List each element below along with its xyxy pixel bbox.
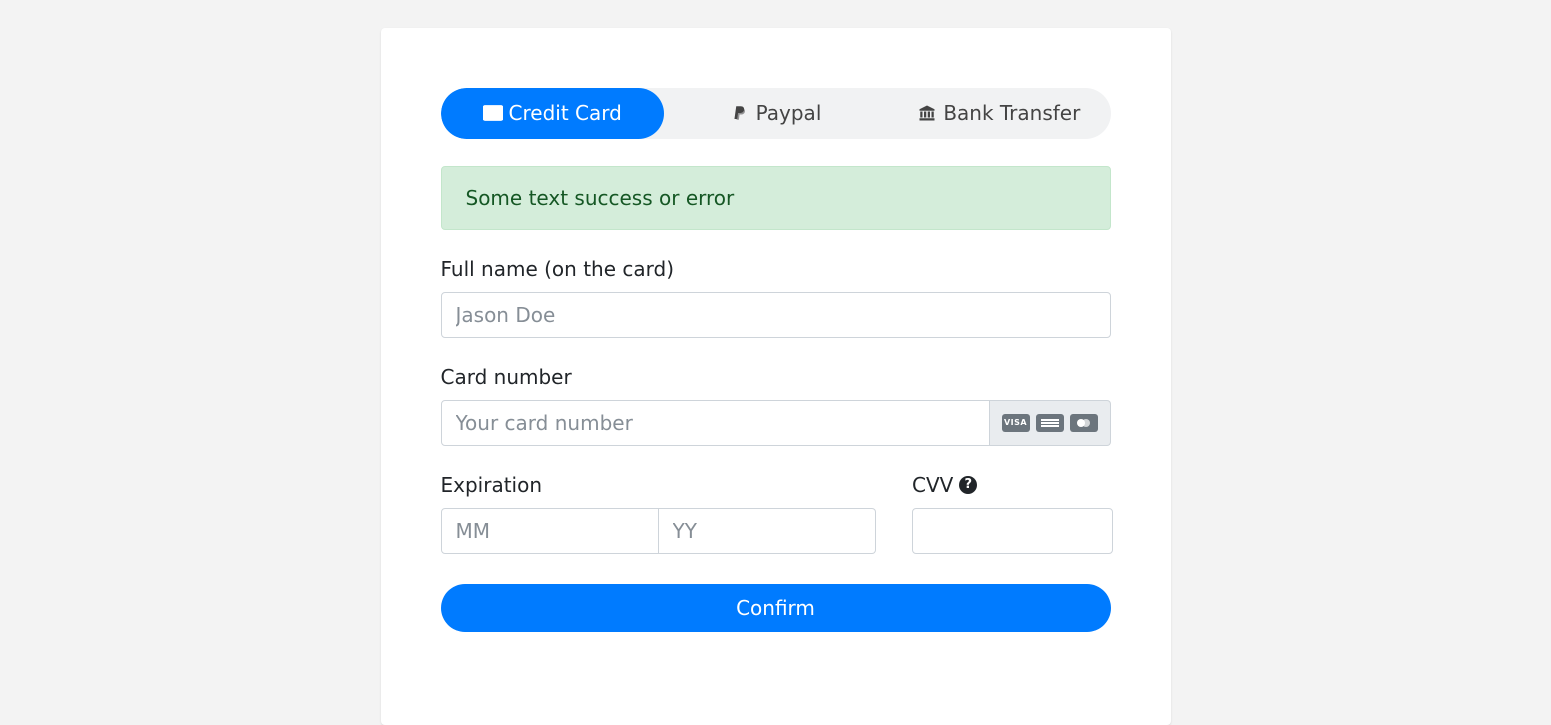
status-alert: Some text success or error [441,166,1111,230]
full-name-label: Full name (on the card) [441,254,1111,284]
payment-method-tabs: Credit Card Paypal [441,88,1111,139]
tab-bank-transfer-label: Bank Transfer [943,98,1080,128]
mastercard-icon [1070,414,1098,432]
visa-icon: VISA [1002,414,1030,432]
exp-cvv-row: Expiration CVV ? [441,470,1111,554]
expiration-month-input[interactable] [441,508,659,554]
card-number-label: Card number [441,362,1111,392]
cvv-input[interactable] [912,508,1113,554]
full-name-input[interactable] [441,292,1111,338]
paypal-icon [730,103,750,123]
full-name-group: Full name (on the card) [441,254,1111,338]
tab-credit-card[interactable]: Credit Card [441,88,664,139]
amex-icon [1036,414,1064,432]
expiration-year-input[interactable] [659,508,876,554]
tab-paypal[interactable]: Paypal [664,88,887,139]
bank-icon [917,103,937,123]
tab-credit-card-label: Credit Card [509,98,622,128]
expiration-label: Expiration [441,470,877,500]
card-number-group: Card number VISA [441,362,1111,446]
card-number-input[interactable] [441,400,990,446]
tab-paypal-label: Paypal [756,98,822,128]
cvv-help-icon[interactable]: ? [959,476,977,494]
cvv-group: CVV ? [912,470,1113,554]
confirm-button[interactable]: Confirm [441,584,1111,632]
tab-bank-transfer[interactable]: Bank Transfer [887,88,1110,139]
expiration-group: Expiration [441,470,877,554]
cvv-label: CVV [912,470,953,500]
credit-card-icon [483,103,503,123]
card-brand-icons: VISA [990,400,1111,446]
payment-card: Credit Card Paypal [381,28,1171,725]
status-alert-text: Some text success or error [466,186,735,210]
